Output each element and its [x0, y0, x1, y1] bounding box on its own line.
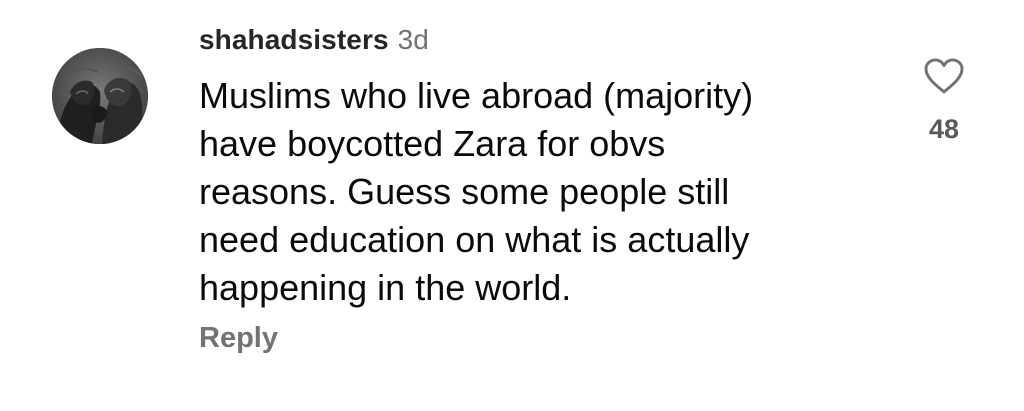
heart-outline-icon [924, 58, 964, 94]
avatar-lions-image [52, 48, 148, 144]
avatar[interactable] [52, 48, 148, 144]
like-count: 48 [928, 114, 960, 144]
comment-body: shahadsisters 3d Muslims who live abroad… [199, 24, 859, 355]
username[interactable]: shahadsisters [199, 24, 389, 56]
timestamp: 3d [397, 24, 429, 55]
like-section: 48 [912, 56, 976, 145]
comment-header: shahadsisters 3d [199, 24, 859, 64]
like-button[interactable] [922, 56, 966, 96]
reply-button[interactable]: Reply [199, 322, 278, 355]
comment-item: shahadsisters 3d Muslims who live abroad… [0, 0, 1024, 411]
comment-text: Muslims who live abroad (majority) have … [199, 75, 754, 308]
